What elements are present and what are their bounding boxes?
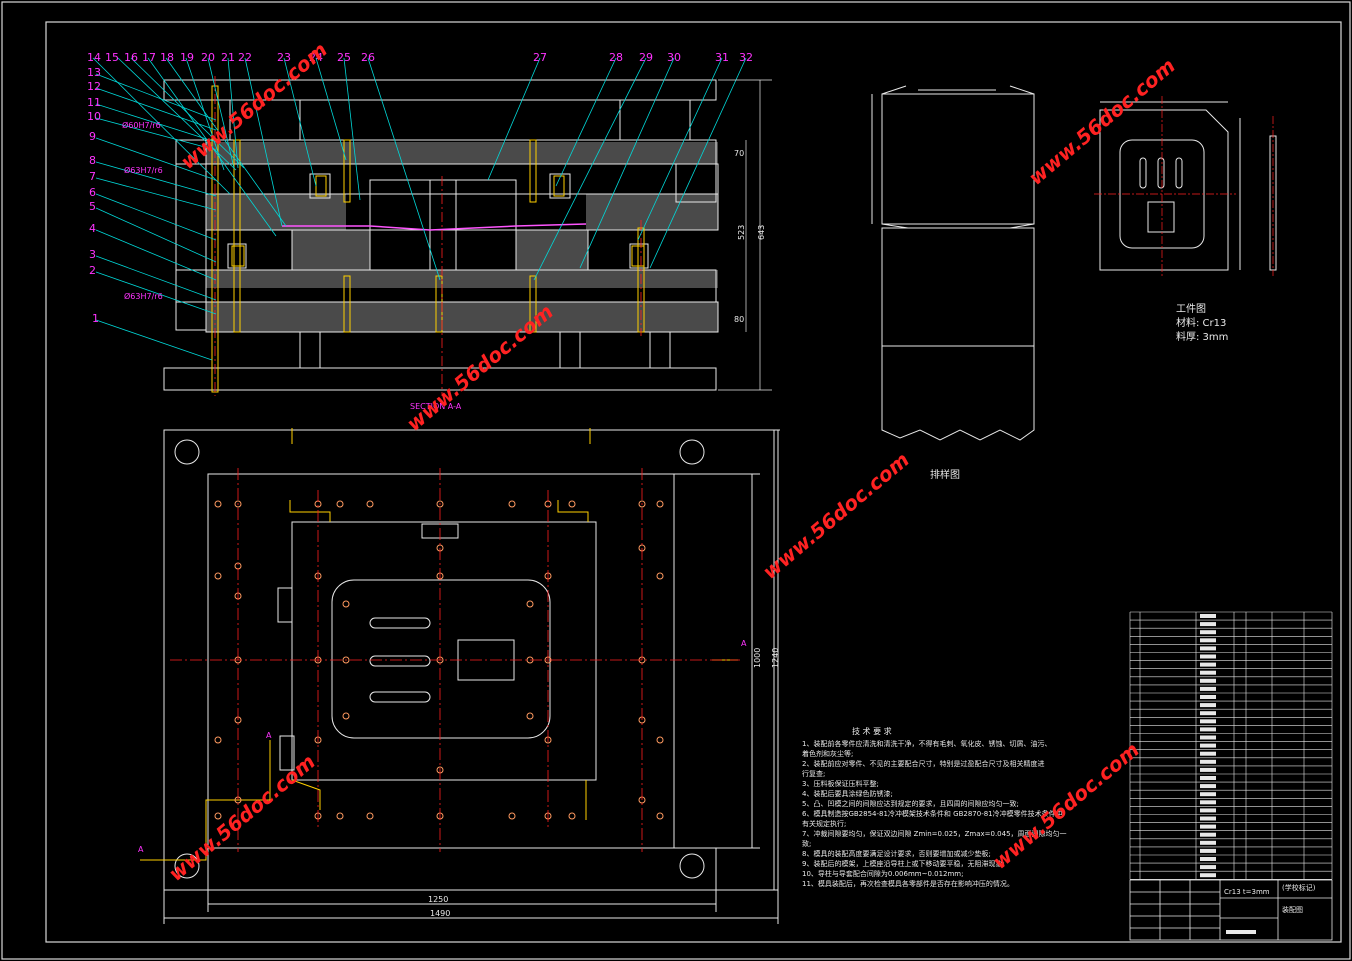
part-number: 16: [124, 51, 138, 64]
part-number: 27: [533, 51, 547, 64]
tech-line: 3、压料板保证压料平整;: [802, 779, 879, 788]
part-number: 3: [89, 248, 96, 261]
tech-line: 6、模具制造按GB2854-81冷冲模架技术条件和 GB2870-81冷冲模零件…: [802, 809, 1063, 818]
title-drawing-name: 装配图: [1282, 905, 1303, 914]
tech-line: 4、装配后要具涂绿色防锈漆;: [802, 789, 893, 798]
dim-label: 1490: [430, 909, 450, 918]
part-number: 19: [180, 51, 194, 64]
strip-layout-drawing: [871, 85, 1035, 441]
tech-line: 2、装配前应对零件、不见的主要配合尺寸，特别是过盈配合尺寸及相关精度进: [802, 759, 1044, 768]
part-number: 8: [89, 154, 96, 167]
watermarks: www.56doc.com www.56doc.com www.56doc.co…: [164, 37, 1180, 885]
part-number: 13: [87, 66, 101, 79]
part-number: 12: [87, 80, 101, 93]
cut-mark: A: [266, 731, 272, 740]
part-number: 7: [89, 170, 96, 183]
part-number: 14: [87, 51, 101, 64]
fit-label: Ø63H7/r6: [124, 291, 163, 301]
part-number: 31: [715, 51, 729, 64]
part-number: 5: [89, 200, 96, 213]
part-number: 1: [92, 312, 99, 325]
strip-layout-title: 排样图: [930, 468, 960, 481]
tech-line: 致;: [802, 839, 811, 848]
dim-label: 80: [734, 315, 744, 324]
dim-label: 643: [757, 225, 766, 240]
part-number: 30: [667, 51, 681, 64]
watermark-text: www.56doc.com: [758, 447, 914, 583]
part-number: 9: [89, 130, 96, 143]
watermark-text: www.56doc.com: [164, 749, 320, 885]
part-number: 10: [87, 110, 101, 123]
title-block-mark: [1226, 930, 1256, 934]
hatch-fills: [206, 142, 718, 332]
part-number: 25: [337, 51, 351, 64]
fit-annotations: Ø60H7/r6 Ø63H7/r6 Ø63H7/r6: [122, 120, 163, 301]
dim-label: 1240: [771, 648, 780, 668]
part-number: 22: [238, 51, 252, 64]
bill-of-materials-table: [1129, 611, 1333, 880]
part-number: 6: [89, 186, 96, 199]
tech-line: 行复查;: [802, 769, 825, 778]
part-number: 11: [87, 96, 101, 109]
dim-label: 1000: [753, 648, 762, 668]
tech-line: 1、装配前各零件应清洗和清洗干净，不得有毛刺、氧化皮、锈蚀、切屑、油污、: [802, 739, 1051, 748]
part-number: 32: [739, 51, 753, 64]
dim-label: 70: [734, 149, 744, 158]
part-number: 26: [361, 51, 375, 64]
part-number: 17: [142, 51, 156, 64]
part-number: 29: [639, 51, 653, 64]
workpiece-thickness: 料厚: 3mm: [1176, 330, 1228, 343]
cut-mark: A: [741, 639, 747, 648]
part-number: 15: [105, 51, 119, 64]
title-material-note: Cr13 t=3mm: [1224, 888, 1270, 896]
workpiece-drawing: [1099, 101, 1277, 271]
dim-label: 523: [737, 225, 746, 240]
plan-outlines: [163, 429, 780, 924]
title-school: (学校标记): [1282, 883, 1316, 892]
part-number: 4: [89, 222, 96, 235]
plan-yellow-lines: [140, 428, 738, 861]
cut-mark: A: [138, 845, 144, 854]
tech-line: 5、凸、凹模之间的间隙应达到规定的要求，且四周的间隙应均匀一致;: [802, 799, 1019, 808]
tech-line: 8、模具的装配高度要满足设计要求，否则要增加或减少垫板;: [802, 849, 991, 858]
part-number: 20: [201, 51, 215, 64]
part-number: 18: [160, 51, 174, 64]
part-number: 28: [609, 51, 623, 64]
tech-line: 有关规定执行;: [802, 819, 846, 828]
section-view: Ø60H7/r6 Ø63H7/r6 Ø63H7/r6 70 523 643 80…: [92, 57, 772, 411]
workpiece-material: 材料: Cr13: [1176, 316, 1226, 329]
watermark-text: www.56doc.com: [1024, 53, 1180, 189]
workpiece-title: 工件图: [1176, 303, 1206, 315]
cad-drawing: Ø60H7/r6 Ø63H7/r6 Ø63H7/r6 70 523 643 80…: [1, 1, 1351, 960]
tech-line: 9、装配后的模架，上模座沿导柱上或下移动要平稳，无阻滞现象;: [802, 859, 1005, 868]
part-number: 2: [89, 264, 96, 277]
tech-line: 11、模具装配后，再次检查模具各零部件是否存在影响冲压的情况。: [802, 879, 1014, 888]
tech-requirements-title: 技 术 要 求: [852, 726, 892, 736]
workpiece-centerlines: [1094, 96, 1274, 276]
part-number: 21: [221, 51, 235, 64]
tech-line: 着色剂和灰尘等;: [802, 749, 853, 758]
fit-label: Ø63H7/r6: [124, 165, 163, 175]
plan-view: A A A 1250 1490 1000 1240: [138, 428, 780, 924]
tech-line: 10、导柱与导套配合间隙为0.006mm~0.012mm;: [802, 869, 964, 878]
dim-label: 1250: [428, 895, 448, 904]
fit-label: Ø60H7/r6: [122, 120, 161, 130]
tech-requirements: 技 术 要 求 1、装配前各零件应清洗和清洗干净，不得有毛刺、氧化皮、锈蚀、切屑…: [802, 726, 1067, 888]
